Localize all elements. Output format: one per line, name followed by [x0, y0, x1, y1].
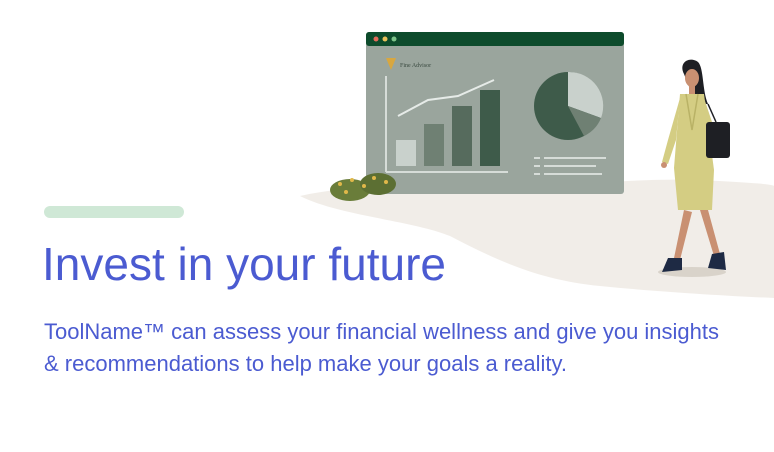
browser-window-icon: Fine Advisor [366, 32, 624, 194]
app-logo-text: Fine Advisor [400, 63, 431, 69]
page-title: Invest in your future [42, 238, 446, 290]
description-text: ToolName™ can assess your financial well… [44, 319, 720, 376]
pie-chart-icon [534, 71, 604, 140]
accent-bar [44, 206, 184, 218]
